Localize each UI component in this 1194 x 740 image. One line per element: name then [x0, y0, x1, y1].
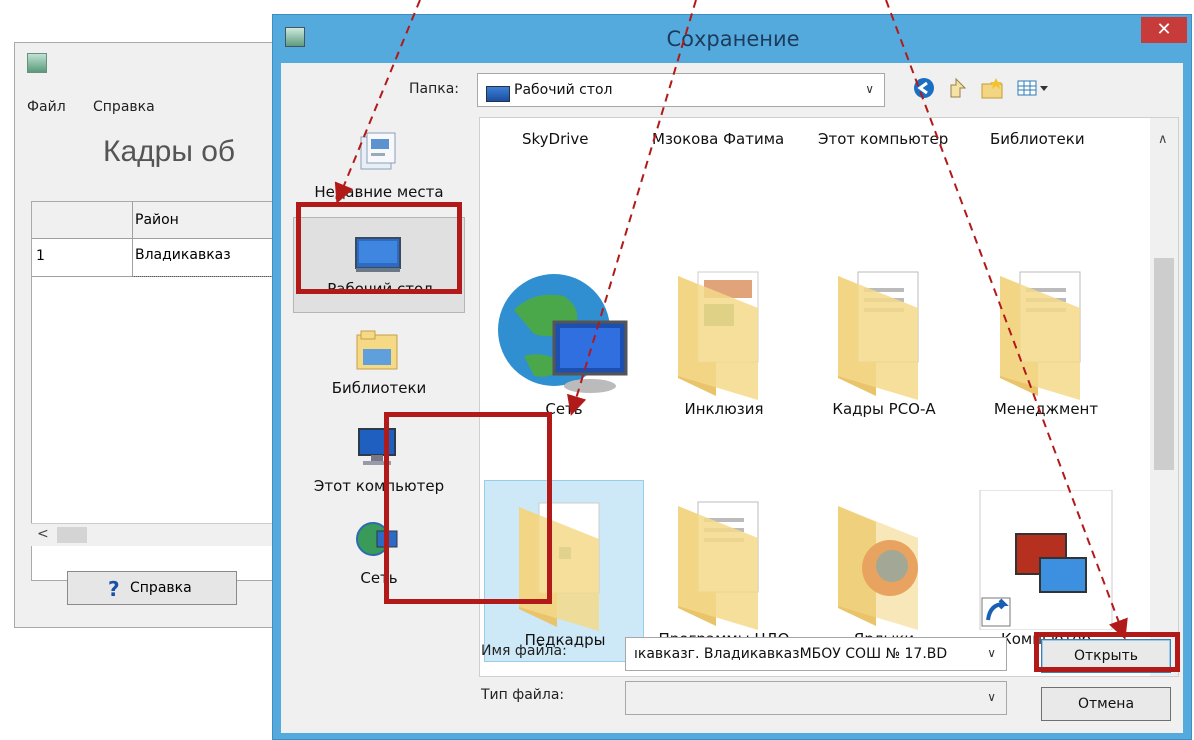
arrow-to-pedkadry — [567, 0, 697, 416]
arrow-to-desktop — [334, 0, 421, 204]
annotation-arrows — [334, 0, 1128, 640]
arrow-to-open — [885, 0, 1128, 640]
